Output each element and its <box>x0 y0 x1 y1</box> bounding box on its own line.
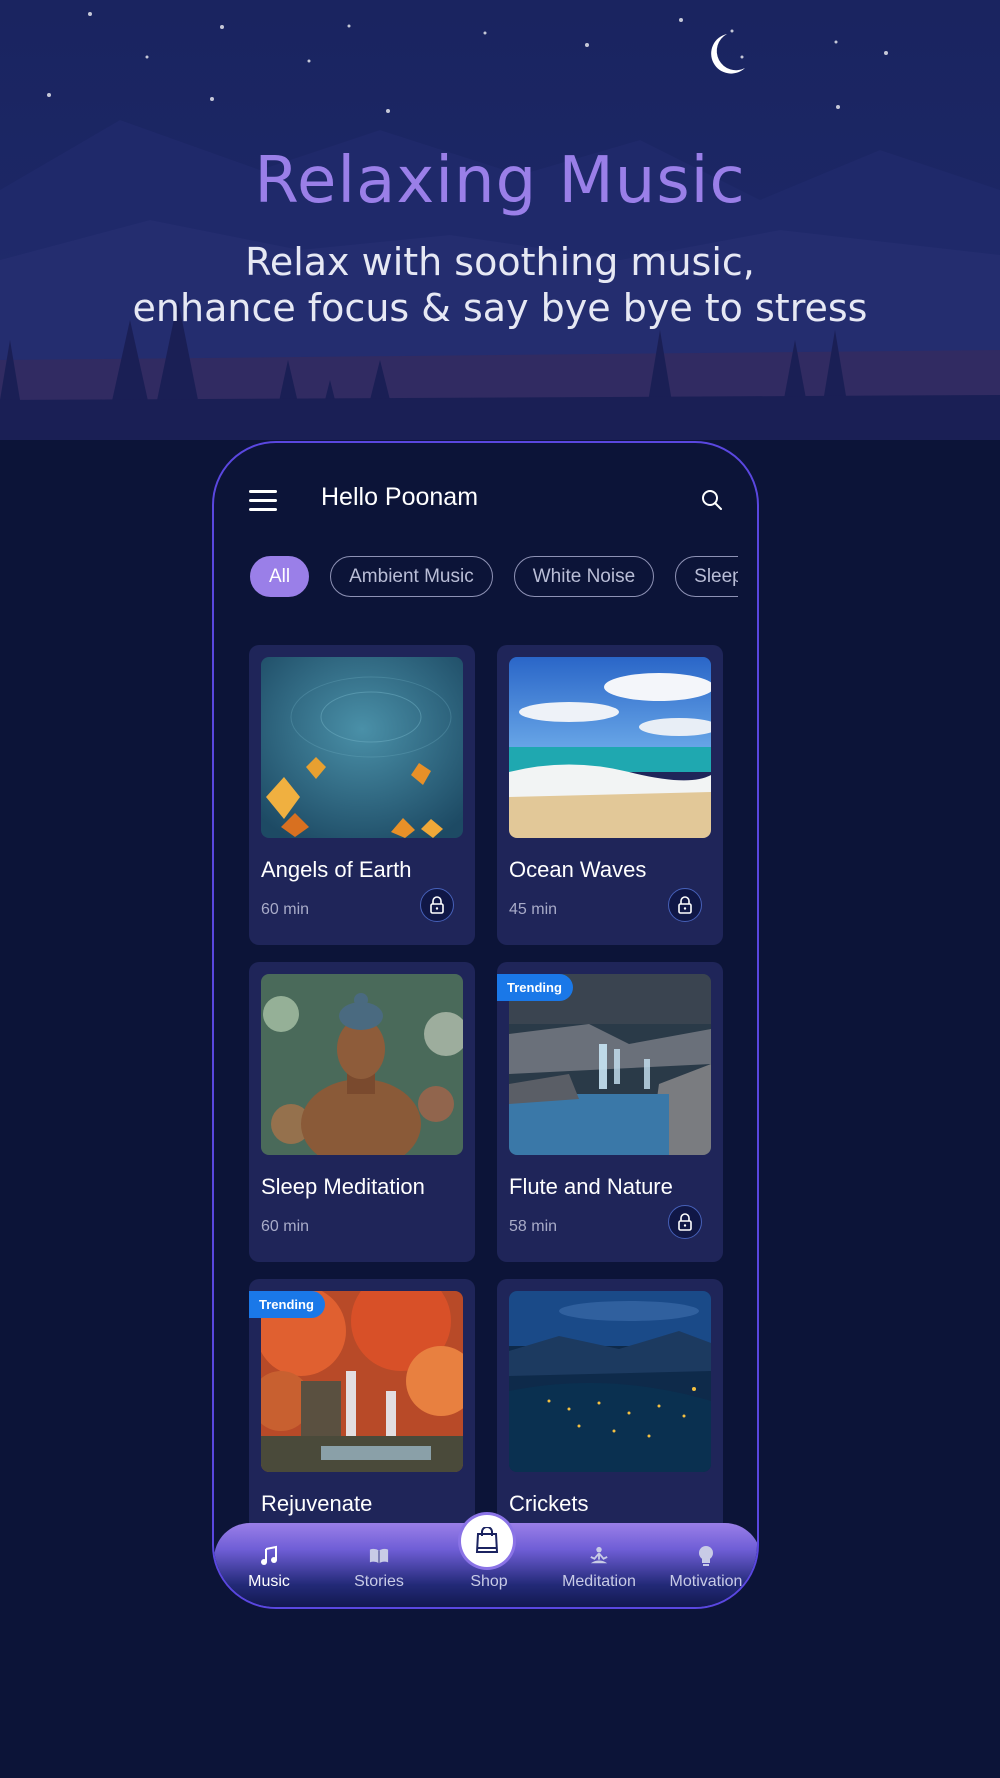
track-thumbnail <box>261 974 463 1155</box>
track-duration: 60 min <box>261 1218 310 1235</box>
lock-icon[interactable] <box>420 888 454 922</box>
track-card[interactable]: Angels of Earth 60 min <box>249 645 475 945</box>
greeting-text: Hello Poonam <box>321 483 479 511</box>
track-thumbnail <box>261 1291 463 1472</box>
search-icon[interactable] <box>700 488 724 512</box>
track-thumbnail <box>509 657 711 838</box>
music-note-icon <box>261 1545 277 1565</box>
shopping-bag-icon <box>475 1527 499 1553</box>
track-thumbnail <box>261 657 463 838</box>
hamburger-menu-icon[interactable] <box>249 490 277 512</box>
hero-subtitle-line2: enhance focus & say bye bye to stress <box>132 286 868 330</box>
track-thumbnail <box>509 974 711 1155</box>
filter-chips: All Ambient Music White Noise Sleep <box>250 556 738 600</box>
nav-stories[interactable]: Stories <box>324 1523 434 1607</box>
hero-banner: Relaxing Music Relax with soothing music… <box>0 0 1000 440</box>
track-card[interactable]: Sleep Meditation 60 min <box>249 962 475 1262</box>
nav-label: Motivation <box>669 1573 743 1590</box>
filter-chip-sleep[interactable]: Sleep <box>675 556 738 597</box>
track-card[interactable]: Ocean Waves 45 min <box>497 645 723 945</box>
track-duration: 60 min <box>261 901 310 918</box>
phone-frame: Hello Poonam All Ambient Music White Noise… <box>212 441 759 1609</box>
track-title: Rejuvenate <box>261 1491 373 1516</box>
track-title: Ocean Waves <box>509 857 647 882</box>
trending-badge: Trending <box>497 974 573 1001</box>
nav-label: Shop <box>470 1573 508 1590</box>
lightbulb-icon <box>699 1546 713 1566</box>
filter-chip-white-noise[interactable]: White Noise <box>513 556 655 597</box>
hero-subtitle-line1: Relax with soothing music, <box>245 240 755 284</box>
track-title: Flute and Nature <box>509 1174 673 1199</box>
nav-motivation[interactable]: Motivation <box>651 1523 757 1607</box>
book-icon <box>369 1548 389 1564</box>
track-title: Crickets <box>509 1491 589 1516</box>
moon-icon <box>711 34 745 74</box>
filter-chip-ambient-music[interactable]: Ambient Music <box>330 556 493 597</box>
track-title: Angels of Earth <box>261 857 412 882</box>
nav-label: Meditation <box>562 1573 636 1590</box>
nav-label: Stories <box>354 1573 404 1590</box>
track-card[interactable]: Trending Flute and Nature 58 min <box>497 962 723 1262</box>
track-duration: 58 min <box>509 1218 558 1235</box>
track-duration: 45 min <box>509 901 558 918</box>
filter-chip-all[interactable]: All <box>250 556 310 597</box>
shop-button[interactable] <box>461 1515 513 1567</box>
lock-icon[interactable] <box>668 1205 702 1239</box>
nav-music[interactable]: Music <box>214 1523 324 1607</box>
night-scene-illustration <box>0 12 1000 440</box>
lock-icon[interactable] <box>668 888 702 922</box>
trending-badge: Trending <box>249 1291 325 1318</box>
meditation-icon <box>590 1546 608 1564</box>
hero-title: Relaxing Music <box>254 144 746 218</box>
nav-meditation[interactable]: Meditation <box>544 1523 654 1607</box>
nav-label: Music <box>248 1573 290 1590</box>
track-thumbnail <box>509 1291 711 1472</box>
track-title: Sleep Meditation <box>261 1174 425 1199</box>
